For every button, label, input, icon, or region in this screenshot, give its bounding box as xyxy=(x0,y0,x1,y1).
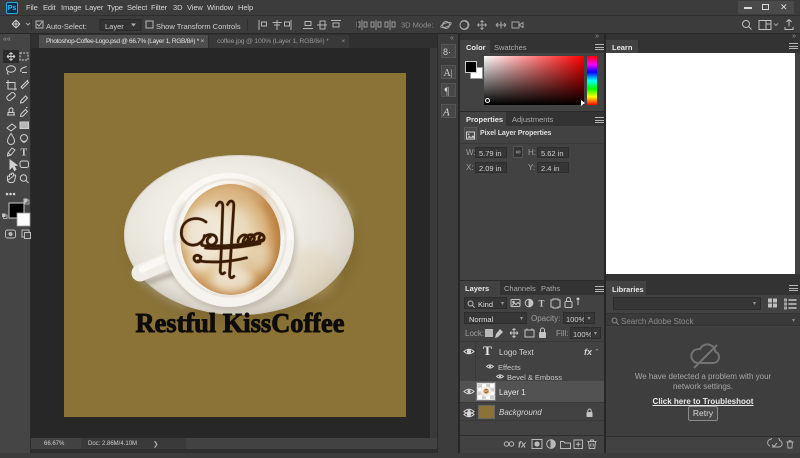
svg-text:T: T xyxy=(21,148,28,159)
svg-text:T: T xyxy=(539,299,545,309)
svg-text:fx: fx xyxy=(518,440,527,450)
svg-text:3D Mode:: 3D Mode: xyxy=(401,21,434,30)
svg-text:A|: A| xyxy=(444,68,453,79)
svg-text:Restful KissCoffee: Restful KissCoffee xyxy=(136,308,345,338)
svg-text:¶: ¶ xyxy=(445,87,450,98)
svg-text:«: « xyxy=(450,35,454,42)
svg-text:8·: 8· xyxy=(443,47,451,57)
svg-text:««: «« xyxy=(3,36,11,43)
svg-text:A: A xyxy=(442,107,450,119)
